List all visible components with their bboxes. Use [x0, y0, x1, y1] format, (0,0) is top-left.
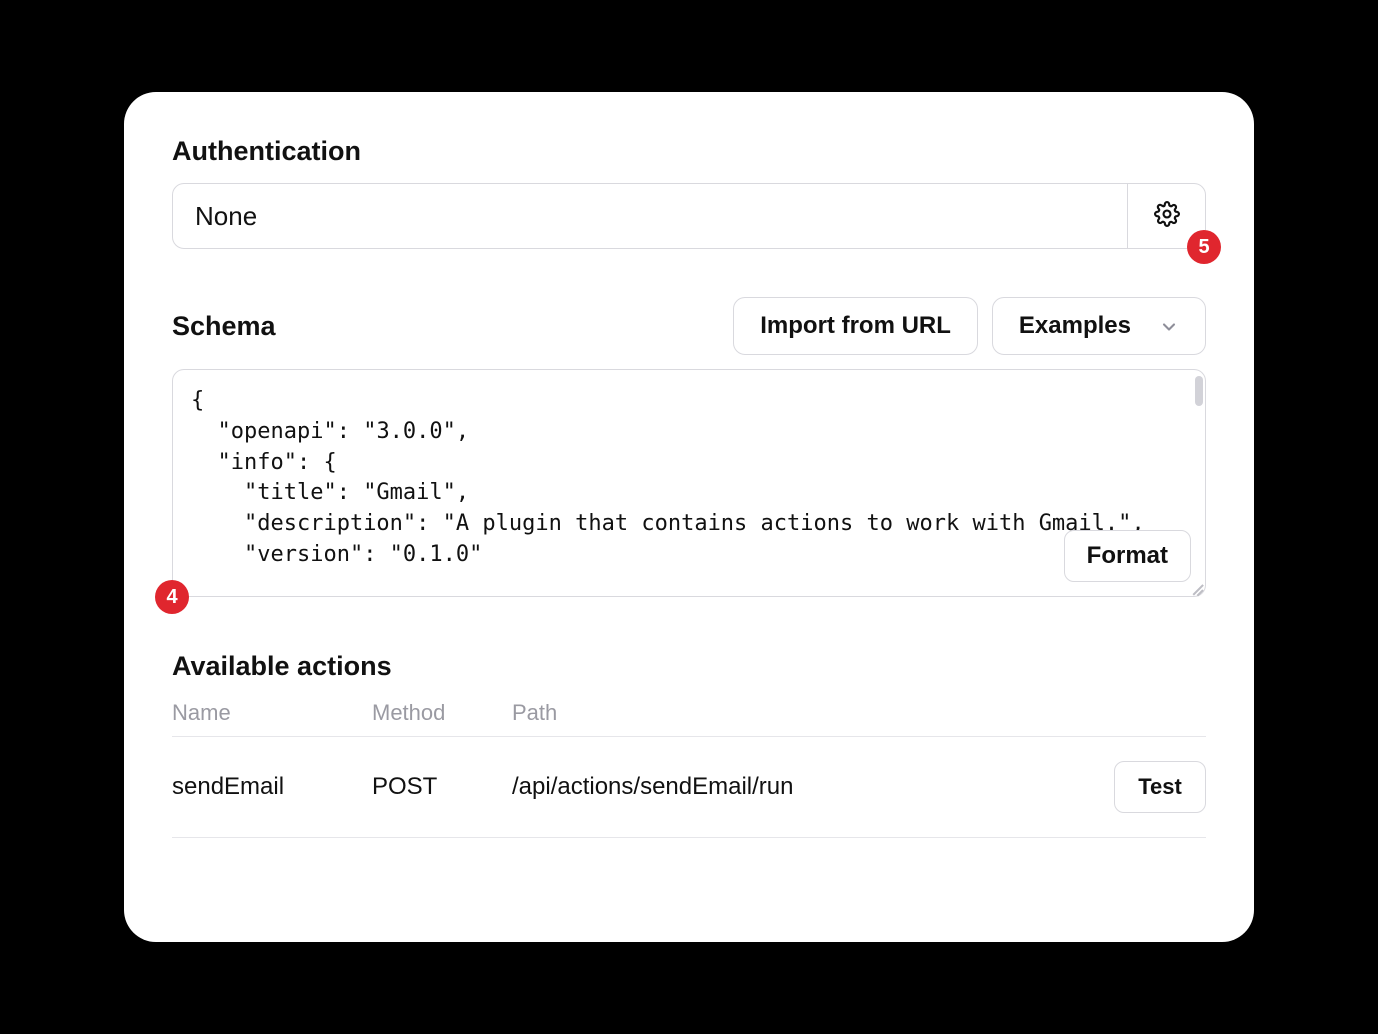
- col-method: Method: [372, 700, 512, 726]
- schema-label: Schema: [172, 311, 276, 342]
- col-path: Path: [512, 700, 1086, 726]
- actions-table-header: Name Method Path: [172, 700, 1206, 737]
- authentication-select[interactable]: None: [173, 184, 1127, 248]
- chevron-down-icon: [1159, 316, 1179, 336]
- annotation-badge-4: 4: [155, 580, 189, 614]
- schema-buttons: Import from URL Examples: [733, 297, 1206, 355]
- schema-header: Schema Import from URL Examples: [172, 297, 1206, 355]
- config-card: Authentication None 5 Schema Import from…: [124, 92, 1254, 942]
- examples-label: Examples: [1019, 312, 1131, 340]
- gear-icon: [1154, 201, 1180, 232]
- import-from-url-button[interactable]: Import from URL: [733, 297, 978, 355]
- authentication-label: Authentication: [172, 136, 1206, 167]
- col-name: Name: [172, 700, 372, 726]
- action-path: /api/actions/sendEmail/run: [512, 773, 1086, 801]
- format-button[interactable]: Format: [1064, 530, 1191, 582]
- examples-dropdown[interactable]: Examples: [992, 297, 1206, 355]
- authentication-row: None 5: [172, 183, 1206, 249]
- available-actions-label: Available actions: [172, 651, 1206, 682]
- import-from-url-label: Import from URL: [760, 312, 951, 340]
- schema-box: Format 4: [172, 369, 1206, 597]
- action-name: sendEmail: [172, 773, 372, 801]
- table-row: sendEmail POST /api/actions/sendEmail/ru…: [172, 737, 1206, 838]
- schema-textarea[interactable]: [173, 370, 1205, 596]
- annotation-badge-5: 5: [1187, 230, 1221, 264]
- available-actions-section: Available actions Name Method Path sendE…: [172, 651, 1206, 838]
- test-button[interactable]: Test: [1114, 761, 1206, 813]
- authentication-value: None: [195, 201, 257, 232]
- actions-table: Name Method Path sendEmail POST /api/act…: [172, 700, 1206, 838]
- action-method: POST: [372, 773, 512, 801]
